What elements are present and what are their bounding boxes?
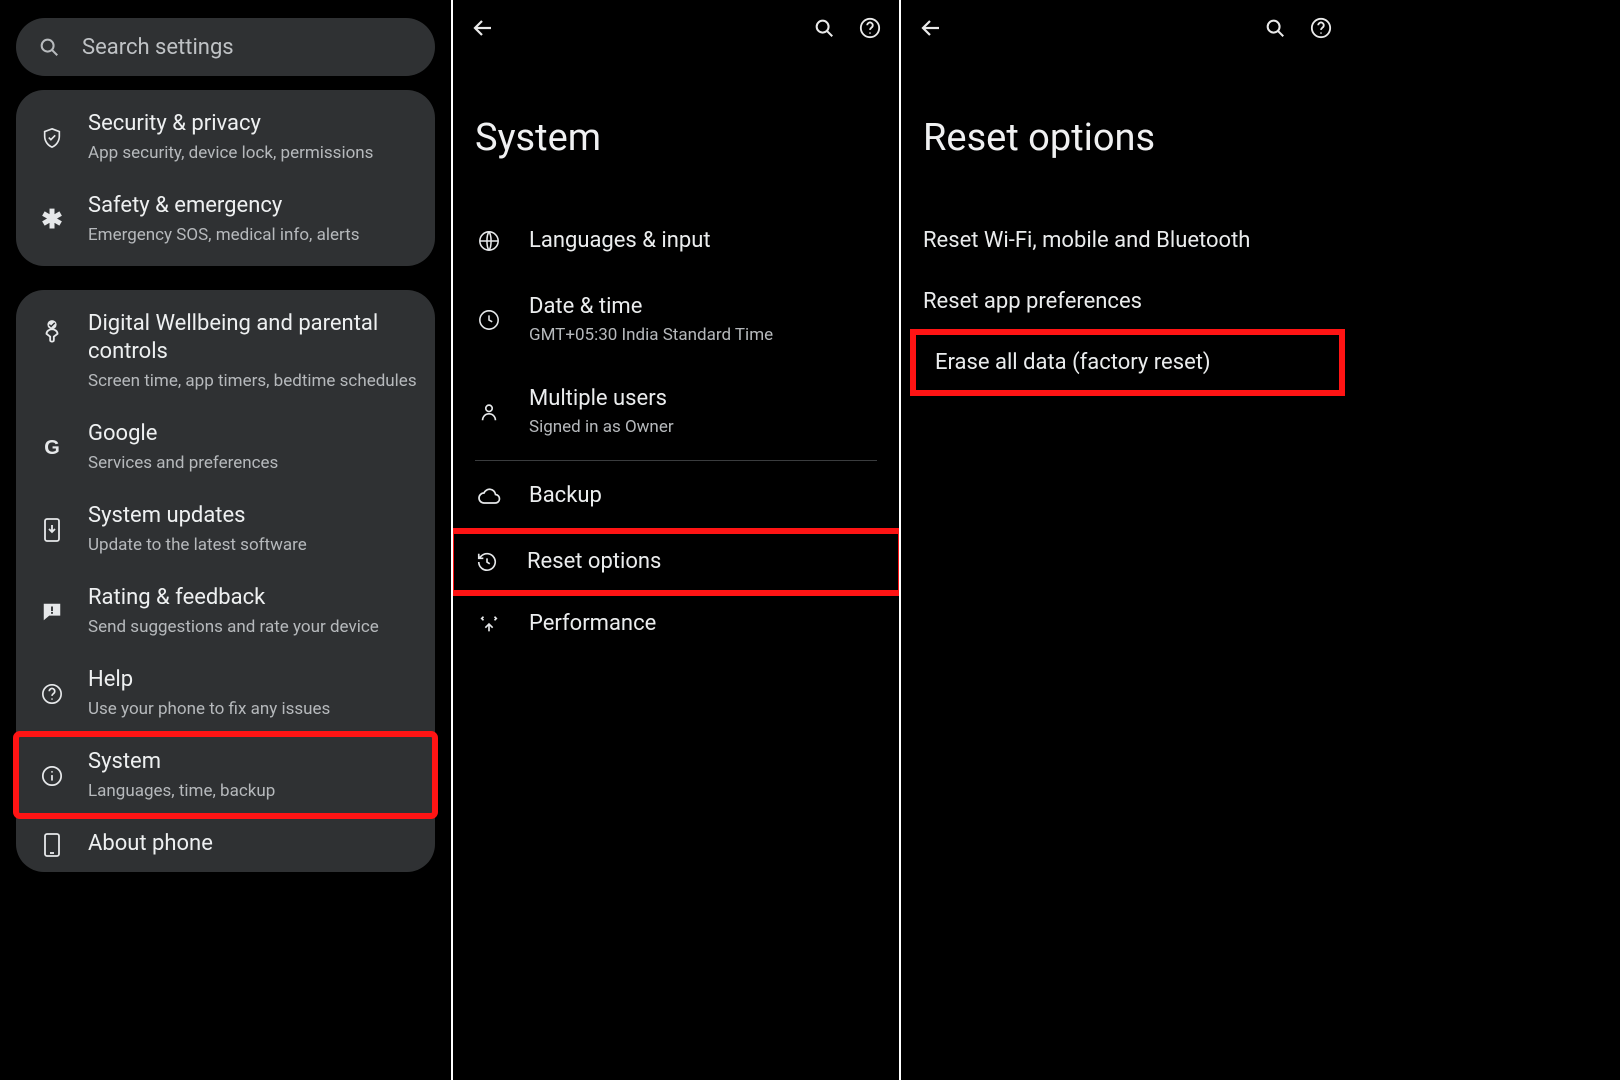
settings-item-subtitle: Send suggestions and rate your device [88,616,417,638]
system-item-backup[interactable]: Backup [453,465,899,527]
wellbeing-icon [41,318,63,346]
reset-option-app-preferences[interactable]: Reset app preferences [901,271,1350,332]
asterisk-icon: ✱ [41,207,63,233]
settings-item-title: Help [88,666,417,694]
settings-group-system: Digital Wellbeing and parental controls … [16,290,435,872]
search-icon[interactable] [813,17,835,39]
page-title: Reset options [901,56,1350,210]
settings-item-help[interactable]: Help Use your phone to fix any issues [16,652,435,734]
system-item-date-time[interactable]: Date & time GMT+05:30 India Standard Tim… [453,276,899,364]
settings-item-title: Safety & emergency [88,192,417,220]
settings-item-title: Digital Wellbeing and parental controls [88,310,417,366]
settings-item-subtitle: App security, device lock, permissions [88,142,417,164]
system-item-title: Performance [529,611,656,637]
divider [475,460,877,461]
settings-item-title: System [88,748,417,776]
settings-item-safety-emergency[interactable]: ✱ Safety & emergency Emergency SOS, medi… [16,178,435,260]
settings-item-title: Google [88,420,417,448]
shield-check-icon [41,127,63,149]
search-settings[interactable]: Search settings [16,18,435,76]
settings-item-feedback[interactable]: Rating & feedback Send suggestions and r… [16,570,435,652]
search-placeholder: Search settings [82,35,234,60]
system-item-subtitle: Signed in as Owner [529,416,674,438]
reset-option-label: Erase all data (factory reset) [935,350,1211,375]
system-item-performance[interactable]: Performance [453,593,899,655]
help-icon [41,683,63,705]
globe-icon [478,230,500,252]
settings-item-system[interactable]: System Languages, time, backup [16,734,435,816]
settings-item-digital-wellbeing[interactable]: Digital Wellbeing and parental controls … [16,296,435,406]
reset-options-pane: Reset options Reset Wi-Fi, mobile and Bl… [899,0,1350,1080]
reset-option-label: Reset app preferences [923,289,1142,314]
performance-icon [478,613,500,635]
appbar [453,0,899,56]
system-item-languages-input[interactable]: Languages & input [453,210,899,272]
settings-main-pane: Search settings Security & privacy App s… [0,0,451,1080]
system-item-subtitle: GMT+05:30 India Standard Time [529,324,773,346]
reset-icon [476,551,498,573]
system-pane: System Languages & input Date & time GMT… [451,0,899,1080]
system-item-title: Backup [529,483,602,509]
phone-icon [43,832,61,858]
settings-item-title: About phone [88,830,417,858]
settings-item-subtitle: Languages, time, backup [88,780,417,802]
settings-item-subtitle: Services and preferences [88,452,417,474]
settings-item-subtitle: Use your phone to fix any issues [88,698,417,720]
system-item-title: Reset options [527,549,661,575]
appbar [901,0,1350,56]
settings-group-security: Security & privacy App security, device … [16,90,435,266]
clock-icon [478,309,500,331]
settings-item-security-privacy[interactable]: Security & privacy App security, device … [16,96,435,178]
system-item-reset-options[interactable]: Reset options [451,531,899,593]
user-icon [478,401,500,423]
settings-item-title: Rating & feedback [88,584,417,612]
search-icon [38,36,60,58]
system-update-icon [43,517,61,543]
settings-item-title: System updates [88,502,417,530]
google-icon: G [44,437,60,460]
back-icon[interactable] [919,16,943,40]
back-icon[interactable] [471,16,495,40]
system-item-multiple-users[interactable]: Multiple users Signed in as Owner [453,368,899,456]
info-icon [41,765,63,787]
feedback-icon [41,601,63,623]
cloud-icon [477,487,501,505]
settings-item-subtitle: Update to the latest software [88,534,417,556]
settings-item-system-updates[interactable]: System updates Update to the latest soft… [16,488,435,570]
reset-option-label: Reset Wi-Fi, mobile and Bluetooth [923,228,1250,253]
settings-item-subtitle: Screen time, app timers, bedtime schedul… [88,370,417,392]
system-item-title: Languages & input [529,228,711,254]
search-icon[interactable] [1264,17,1286,39]
system-item-title: Multiple users [529,386,674,412]
system-item-title: Date & time [529,294,773,320]
settings-item-about-phone[interactable]: About phone [16,816,435,872]
settings-item-google[interactable]: G Google Services and preferences [16,406,435,488]
reset-option-erase-all-data[interactable]: Erase all data (factory reset) [913,332,1342,393]
help-icon[interactable] [859,17,881,39]
settings-item-subtitle: Emergency SOS, medical info, alerts [88,224,417,246]
help-icon[interactable] [1310,17,1332,39]
settings-item-title: Security & privacy [88,110,417,138]
reset-option-wifi-mobile-bt[interactable]: Reset Wi-Fi, mobile and Bluetooth [901,210,1350,271]
page-title: System [453,56,899,210]
